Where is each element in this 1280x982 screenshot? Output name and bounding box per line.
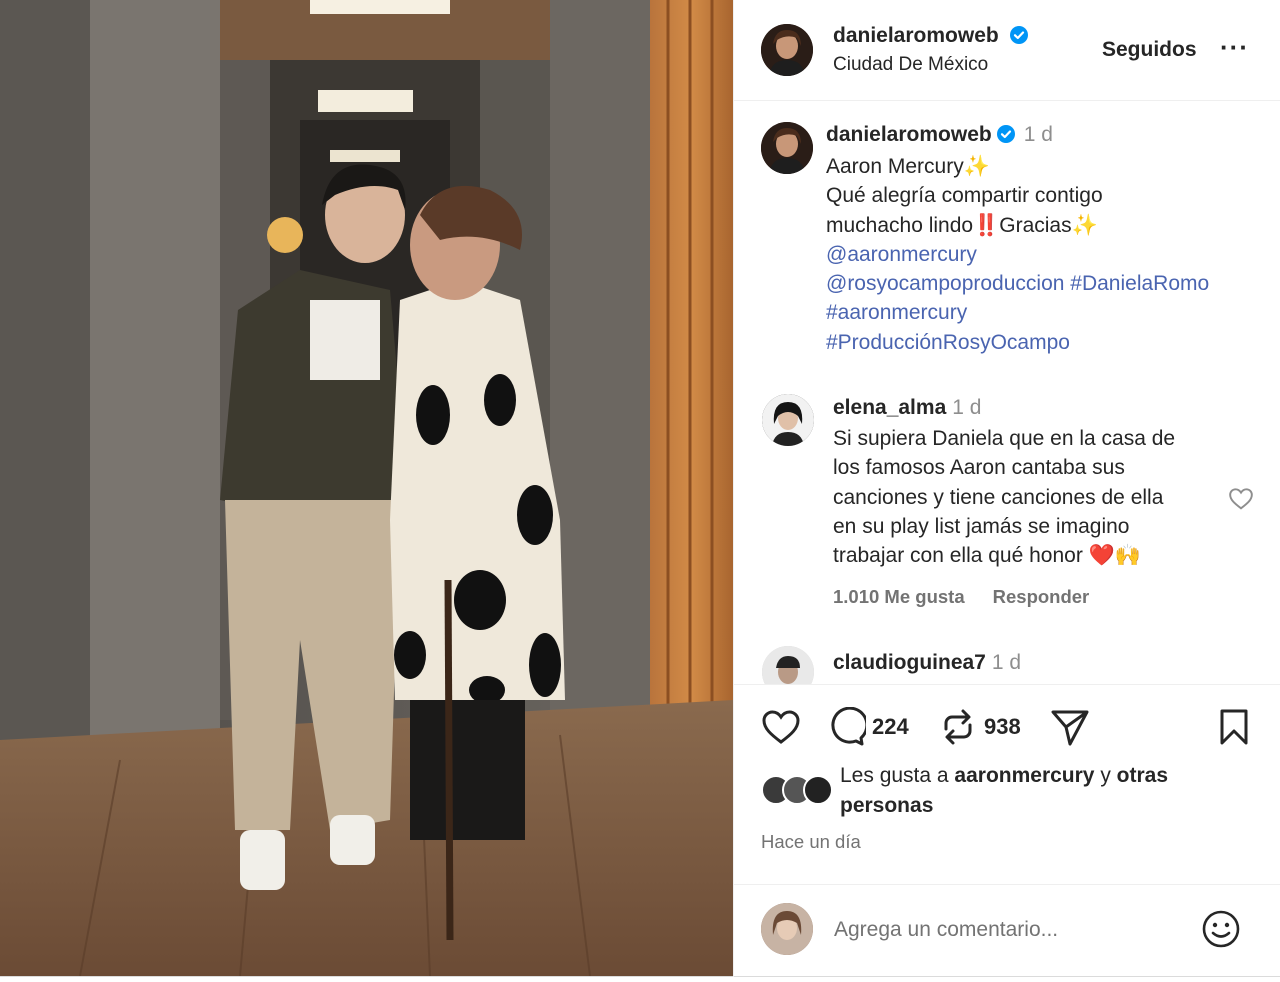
post-location[interactable]: Ciudad De México <box>833 54 988 76</box>
comment-line: canciones y tiene canciones de ella <box>833 485 1164 509</box>
post-image <box>0 0 733 976</box>
repost-icon <box>944 709 972 745</box>
liker-avatars[interactable] <box>761 775 833 805</box>
comment-meta: 1.010 Me gusta Responder <box>833 586 1089 608</box>
mention-link[interactable]: @aaronmercury <box>826 243 977 266</box>
comment-likes-count[interactable]: 1.010 Me gusta <box>833 586 965 607</box>
comment-time[interactable]: 1 d <box>952 396 981 419</box>
commenter-username[interactable]: elena_alma <box>833 396 946 419</box>
comment-line: en su play list jamás se imagino <box>833 514 1130 538</box>
likes-text: Les gusta a aaronmercury y otras persona… <box>840 761 1260 821</box>
mention-link[interactable]: @rosyocampoproduccion <box>826 272 1064 295</box>
double-exclamation-emoji: ‼️ <box>973 213 1000 237</box>
caption-username[interactable]: danielaromoweb <box>826 123 992 146</box>
commenter-avatar[interactable] <box>762 394 814 446</box>
post-details-panel: danielaromoweb Ciudad De México Seguidos… <box>733 0 1280 977</box>
post-timestamp[interactable]: Hace un día <box>761 831 861 853</box>
comment-header: elena_alma 1 d <box>833 396 981 420</box>
hashtag-link[interactable]: #DanielaRomo <box>1070 272 1209 295</box>
post-header: danielaromoweb Ciudad De México Seguidos… <box>734 0 1280 101</box>
post-photo[interactable] <box>0 0 733 976</box>
comment-button[interactable]: 224 <box>826 707 909 747</box>
following-button[interactable]: Seguidos <box>1102 38 1197 62</box>
comment-like-heart-icon[interactable] <box>1228 486 1254 510</box>
likes-and: y <box>1094 764 1117 787</box>
more-options-icon[interactable]: ··· <box>1220 34 1249 60</box>
emoji-picker-icon[interactable] <box>1201 909 1241 949</box>
author-avatar[interactable] <box>761 24 813 76</box>
post-actions: 224 938 Les gusta a aaronmercury y otras… <box>734 684 1280 884</box>
comment-icon <box>831 707 866 746</box>
heart-icon <box>762 710 800 744</box>
comment-count: 224 <box>872 714 909 739</box>
sparkle-emoji: ✨ <box>963 155 990 178</box>
reply-button[interactable]: Responder <box>993 586 1090 607</box>
sparkle-emoji: ✨ <box>1071 213 1098 237</box>
comment-header: claudioguinea7 1 d <box>833 651 1021 675</box>
comment-line: Si supiera Daniela que en la casa de <box>833 427 1176 450</box>
comment-text: Si supiera Daniela que en la casa de los… <box>833 424 1223 570</box>
comment-time[interactable]: 1 d <box>992 651 1021 674</box>
caption-header: danielaromoweb 1 d <box>826 123 1053 147</box>
caption-line-2: Qué alegría compartir contigo <box>826 184 1103 208</box>
caption-time[interactable]: 1 d <box>1024 123 1053 146</box>
hashtag-link[interactable]: #ProducciónRosyOcampo <box>826 331 1070 354</box>
caption-author-avatar[interactable] <box>761 122 813 174</box>
current-user-avatar <box>761 903 813 955</box>
author-username[interactable]: danielaromoweb <box>833 24 1029 48</box>
share-icon <box>1051 710 1089 746</box>
hashtag-link[interactable]: #aaronmercury <box>826 301 967 324</box>
caption-line-1: Aaron Mercury <box>826 155 964 178</box>
commenter-username[interactable]: claudioguinea7 <box>833 651 986 674</box>
verified-badge-icon <box>996 125 1015 143</box>
comments-section[interactable]: danielaromoweb 1 d Aaron Mercury✨ Qué ale… <box>734 102 1280 684</box>
repost-count: 938 <box>984 714 1021 739</box>
bookmark-icon <box>1220 709 1248 745</box>
comment-line: trabajar con ella qué honor ❤️🙌 <box>833 544 1141 568</box>
share-button[interactable] <box>1050 707 1090 747</box>
repost-button[interactable]: 938 <box>938 707 1021 747</box>
verified-badge-icon <box>1009 26 1028 44</box>
commenter-avatar[interactable] <box>762 646 814 684</box>
add-comment-input[interactable] <box>834 915 1174 945</box>
save-button[interactable] <box>1214 707 1254 747</box>
likes-prefix: Les gusta a <box>840 764 955 787</box>
liker-username[interactable]: aaronmercury <box>954 764 1094 787</box>
caption-line-3-thanks: Gracias <box>999 213 1072 237</box>
liker-avatar <box>803 775 833 805</box>
caption-line-3: muchacho lindo <box>826 213 974 237</box>
caption-text: Aaron Mercury✨ Qué alegría compartir con… <box>826 152 1266 357</box>
add-comment-bar <box>734 884 1280 977</box>
author-username-text[interactable]: danielaromoweb <box>833 24 999 47</box>
comment-line: los famosos Aaron cantaba sus <box>833 456 1125 480</box>
like-button[interactable] <box>761 707 801 747</box>
